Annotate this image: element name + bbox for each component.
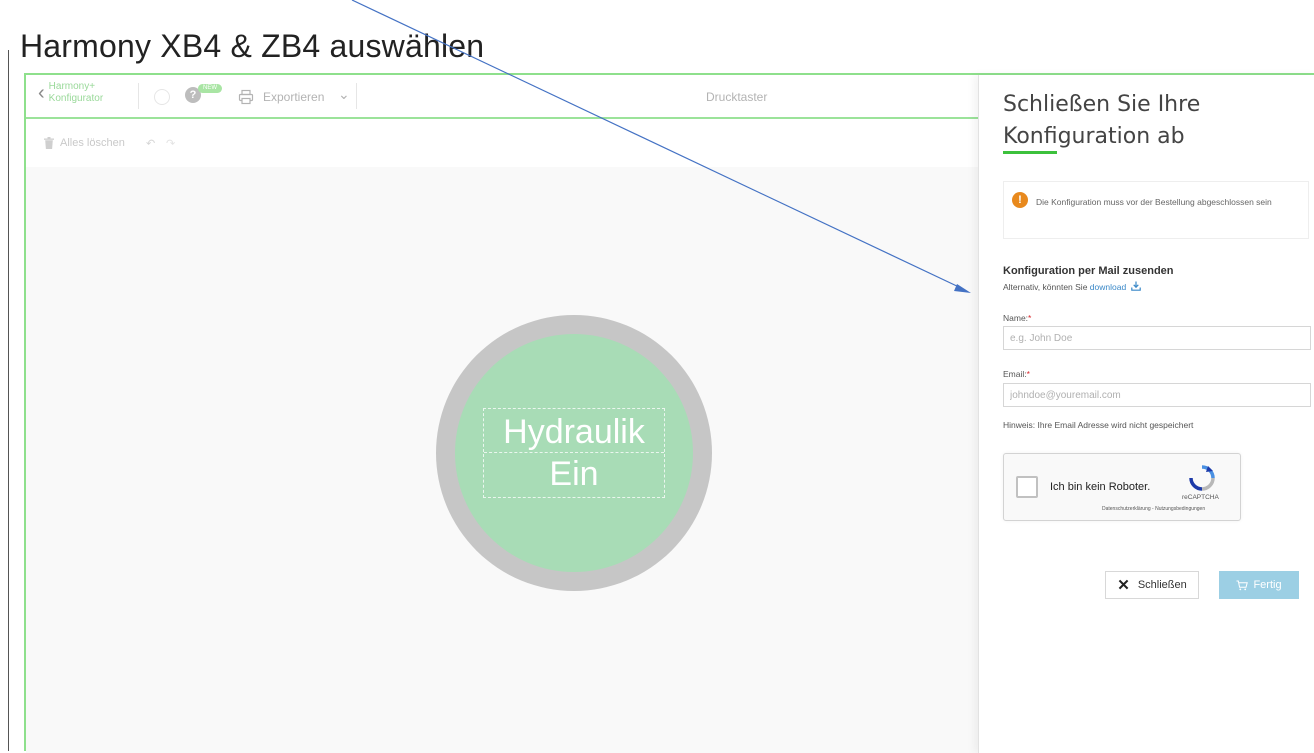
recaptcha-checkbox[interactable] xyxy=(1016,476,1038,498)
warning-icon: ! xyxy=(1012,192,1028,208)
close-icon: ✕ xyxy=(1117,577,1130,594)
close-button[interactable]: ✕ Schließen xyxy=(1105,571,1199,599)
pushbutton-bezel: Hydraulik Ein xyxy=(436,315,712,591)
print-icon[interactable] xyxy=(238,89,254,105)
recaptcha-label: Ich bin kein Roboter. xyxy=(1050,481,1151,493)
label-line-2: Ein xyxy=(549,455,599,493)
slide-divider xyxy=(8,50,9,751)
trash-icon[interactable] xyxy=(44,137,54,149)
done-button-label: Fertig xyxy=(1253,579,1282,591)
mail-section-heading: Konfiguration per Mail zusenden xyxy=(1003,265,1174,277)
email-hint: Hinweis: Ihre Email Adresse wird nicht g… xyxy=(1003,420,1194,430)
configurator-screenshot: ‹ Harmony+ Konfigurator ? NEW Exportiere… xyxy=(24,73,1314,753)
back-label-line1: Harmony+ xyxy=(48,81,96,92)
pushbutton-face[interactable]: Hydraulik Ein xyxy=(455,334,693,572)
recaptcha-logo-icon xyxy=(1189,465,1215,491)
chevron-down-icon[interactable]: ⌄ xyxy=(338,86,350,103)
download-icon[interactable] xyxy=(1130,281,1141,291)
finish-configuration-panel: Schließen Sie Ihre Konfiguration ab ! Di… xyxy=(978,75,1314,753)
label-line-1: Hydraulik xyxy=(503,413,645,451)
recaptcha-terms[interactable]: Datenschutzerklärung - Nutzungsbedingung… xyxy=(1102,506,1205,512)
redo-icon[interactable]: ↷ xyxy=(166,137,175,150)
label-text-box[interactable]: Hydraulik Ein xyxy=(483,408,665,498)
email-field[interactable] xyxy=(1003,383,1311,407)
name-field[interactable] xyxy=(1003,326,1311,350)
download-link[interactable]: download xyxy=(1090,282,1126,292)
done-button[interactable]: Fertig xyxy=(1219,571,1299,599)
panel-title: Schließen Sie Ihre Konfiguration ab xyxy=(1003,92,1201,149)
new-badge: NEW xyxy=(198,84,222,93)
alert-text: Die Konfiguration muss vor der Bestellun… xyxy=(1036,197,1272,207)
clear-all-button[interactable]: Alles löschen xyxy=(60,137,125,149)
product-title: Drucktaster xyxy=(706,90,768,104)
settings-icon[interactable] xyxy=(154,89,170,105)
cart-icon xyxy=(1236,580,1249,590)
back-link[interactable]: ‹ Harmony+ Konfigurator xyxy=(38,81,103,105)
close-button-label: Schließen xyxy=(1137,579,1187,591)
recaptcha-widget: Ich bin kein Roboter. reCAPTCHA Datensch… xyxy=(1003,453,1241,521)
title-underline xyxy=(1003,151,1057,154)
toolbar-divider xyxy=(138,83,139,109)
toolbar-divider xyxy=(356,83,357,109)
export-menu[interactable]: Exportieren xyxy=(263,90,324,104)
recaptcha-brand: reCAPTCHA xyxy=(1182,494,1219,501)
chevron-left-icon: ‹ xyxy=(38,81,45,104)
preview-canvas: Hydraulik Ein xyxy=(26,167,978,753)
email-label: Email:* xyxy=(1003,369,1030,379)
back-label-line2: Konfigurator xyxy=(48,93,104,104)
download-alternative: Alternativ, könnten Sie download xyxy=(1003,281,1141,292)
alternative-text: Alternativ, könnten Sie xyxy=(1003,282,1088,292)
name-label: Name:* xyxy=(1003,313,1032,323)
warning-alert: ! Die Konfiguration muss vor der Bestell… xyxy=(1003,181,1309,239)
slide-title: Harmony XB4 & ZB4 auswählen xyxy=(20,28,485,64)
label-line-divider xyxy=(484,452,664,453)
undo-icon[interactable]: ↶ xyxy=(146,137,155,150)
